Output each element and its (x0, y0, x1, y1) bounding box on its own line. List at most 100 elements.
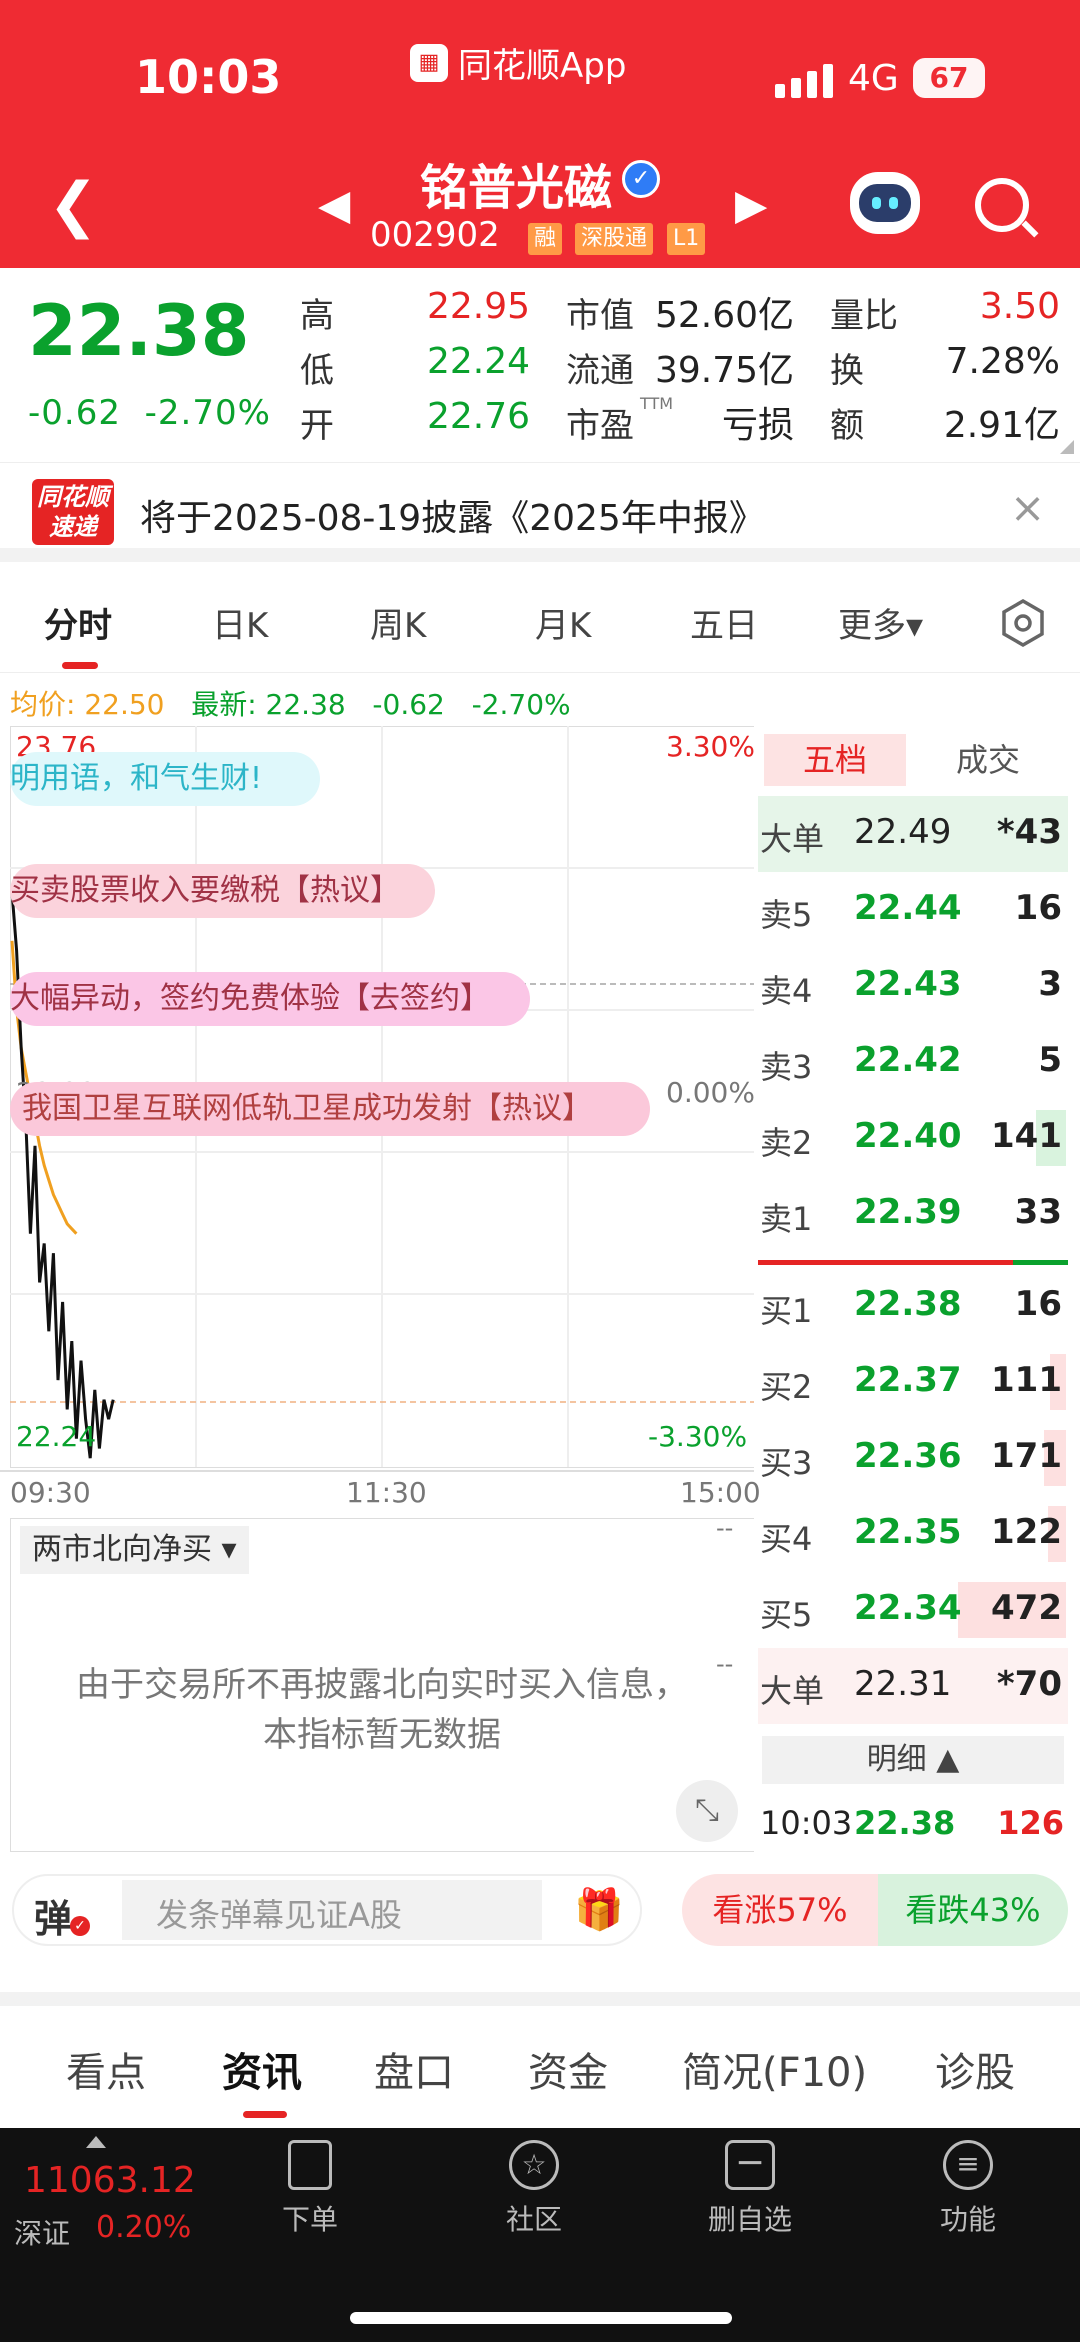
order-button[interactable]: 下单 (250, 2140, 370, 2238)
detail-toggle[interactable]: 明细 ▲ (762, 1736, 1064, 1784)
bid-row: 买3 22.36 171 (758, 1420, 1068, 1496)
danmu-input[interactable]: 弹 ✓ 发条弹幕见证A股 🎁 (12, 1874, 642, 1946)
notice-bar[interactable]: 同花顺 速递 将于2025-08-19披露《2025年中报》 × (0, 462, 1080, 562)
float-value: 39.75亿 (654, 350, 794, 391)
tag-margin: 融 (528, 223, 563, 255)
vol-ratio-value: 3.50 (979, 286, 1060, 327)
community-button[interactable]: ☆ 社区 (474, 2140, 594, 2238)
open-value: 22.76 (426, 396, 530, 437)
turnover-label: 换 (830, 351, 864, 391)
app-name: 同花顺App (458, 46, 627, 86)
battery-icon: 67 (913, 58, 985, 98)
gift-icon[interactable]: 🎁 (574, 1886, 624, 1933)
tab-weekly-k[interactable]: 周K (370, 598, 426, 647)
time-label-open: 09:30 (10, 1476, 91, 1509)
ask-row: 卖1 22.39 33 (760, 1192, 1062, 1238)
tab-daily-k[interactable]: 日K (212, 598, 268, 647)
prev-stock-icon[interactable]: ◀ (318, 180, 350, 229)
tab-handicap[interactable]: 盘口 (374, 2040, 454, 2098)
sub-dashes: -- (716, 1514, 734, 1542)
buy-sell-ratio-red (758, 1260, 1013, 1265)
tab-intraday[interactable]: 分时 (44, 598, 112, 647)
tab-diagnosis[interactable]: 诊股 (935, 2040, 1015, 2098)
tab-more[interactable]: 更多▾ (838, 598, 923, 647)
pe-value: 亏损 (721, 405, 794, 446)
tag-level: L1 (667, 223, 706, 255)
pct-mid-label: 0.00% (666, 1076, 755, 1109)
bullish-button[interactable]: 看涨57% (682, 1874, 878, 1946)
app-chip[interactable]: ▦ 同花顺App (410, 38, 626, 87)
index-expand-icon[interactable] (86, 2136, 106, 2148)
last-trade-vol: 126 (997, 1804, 1064, 1842)
low-label: 低 (300, 351, 334, 391)
close-icon[interactable]: × (1010, 483, 1045, 532)
signal-icon (775, 64, 833, 98)
buy-sell-ratio-green (1013, 1260, 1068, 1265)
ask-row: 卖3 22.42 5 (760, 1040, 1062, 1086)
back-icon[interactable]: ❮ (48, 175, 98, 235)
barrage-item[interactable]: 大幅异动，签约免费体验【去签约】 (10, 972, 530, 1026)
barrage-item[interactable]: 买卖股票收入要缴税【热议】 (10, 864, 435, 918)
app-logo-icon: ▦ (410, 43, 448, 82)
active-tab-indicator (62, 662, 98, 669)
functions-button[interactable]: ≡ 功能 (908, 2140, 1028, 2238)
index-value[interactable]: 11063.12 (24, 2160, 196, 2201)
order-book: 五档 成交 大单 22.49 *43 卖5 22.44 16 卖4 22.43 3 卖3… (758, 726, 1070, 1852)
time-label-noon: 11:30 (346, 1476, 427, 1509)
tab-funds[interactable]: 资金 (528, 2040, 608, 2098)
bid-row: 买2 22.37 111 (758, 1344, 1068, 1420)
fullscreen-icon[interactable]: ⤡ (676, 1780, 738, 1842)
tab-trades[interactable]: 成交 (918, 734, 1058, 786)
high-value: 22.95 (426, 286, 530, 327)
settings-icon[interactable] (998, 598, 1048, 648)
current-price: 22.38 (28, 290, 250, 372)
intraday-legend: 均价: 22.50 最新: 22.38 -0.62 -2.70% (10, 688, 571, 721)
bid-row: 买5 22.34 472 (758, 1572, 1068, 1648)
last-trade-price: 22.38 (854, 1804, 956, 1842)
turnover-value: 7.28% (945, 341, 1060, 382)
status-time: 10:03 (135, 50, 282, 104)
minus-square-icon: − (725, 2140, 775, 2190)
big-buy-row: 大单 22.31 *70 (758, 1648, 1068, 1724)
amount-label: 额 (830, 406, 864, 446)
mktcap-value: 52.60亿 (654, 295, 794, 336)
big-sell-row: 大单 22.49 *43 (758, 796, 1068, 872)
tab-news[interactable]: 资讯 (222, 2040, 302, 2098)
menu-circle-icon: ≡ (943, 2140, 993, 2190)
notice-logo: 同花顺 速递 (32, 479, 114, 545)
mktcap-label: 市值 (566, 296, 634, 336)
amount-value: 2.91亿 (943, 405, 1060, 446)
tab-five-day[interactable]: 五日 (690, 598, 758, 647)
stock-header: 10:03 ▦ 同花顺App 4G 67 ❮ ◀ 铭普光磁 ✓ ▶ 002902… (0, 0, 1080, 268)
y-min-label: 22.24 (16, 1420, 97, 1453)
tab-monthly-k[interactable]: 月K (535, 598, 591, 647)
tab-highlights[interactable]: 看点 (66, 2040, 146, 2098)
search-icon[interactable] (975, 178, 1029, 232)
expand-quote-icon[interactable] (1060, 440, 1074, 454)
barrage-item[interactable]: 我国卫星互联网低轨卫星成功发射【热议】 (10, 1082, 650, 1136)
verified-icon: ✓ (622, 160, 660, 198)
bearish-button[interactable]: 看跌43% (878, 1874, 1068, 1946)
high-label: 高 (300, 296, 334, 336)
pct-min-label: -3.30% (648, 1420, 748, 1453)
open-label: 开 (300, 406, 334, 446)
danmu-icon: 弹 (34, 1897, 73, 1941)
time-label-close: 15:00 (680, 1476, 761, 1509)
tab-five-levels[interactable]: 五档 (764, 734, 906, 786)
network-type: 4G (848, 58, 899, 99)
assistant-robot-icon[interactable] (850, 172, 920, 234)
tag-connect: 深股通 (575, 223, 654, 255)
sub-indicator-select[interactable]: 两市北向净买 ▾ (20, 1526, 249, 1574)
tab-f10[interactable]: 简况(F10) (682, 2040, 867, 2098)
pe-label: 市盈 (566, 406, 634, 446)
sub-indicator-message: 由于交易所不再披露北向实时买入信息， 本指标暂无数据 (76, 1665, 688, 1755)
bid-row: 买4 22.35 122 (758, 1496, 1068, 1572)
last-trade-time: 10:03 (760, 1804, 853, 1842)
next-stock-icon[interactable]: ▶ (735, 180, 767, 229)
ask-row: 卖5 22.44 16 (760, 888, 1062, 934)
barrage-item[interactable]: 明用语，和气生财! (10, 752, 320, 806)
vol-ratio-label: 量比 (830, 296, 898, 336)
pct-max-label: 3.30% (666, 730, 755, 763)
remove-watchlist-button[interactable]: − 删自选 (690, 2140, 810, 2238)
ask-row: 卖4 22.43 3 (760, 964, 1062, 1010)
